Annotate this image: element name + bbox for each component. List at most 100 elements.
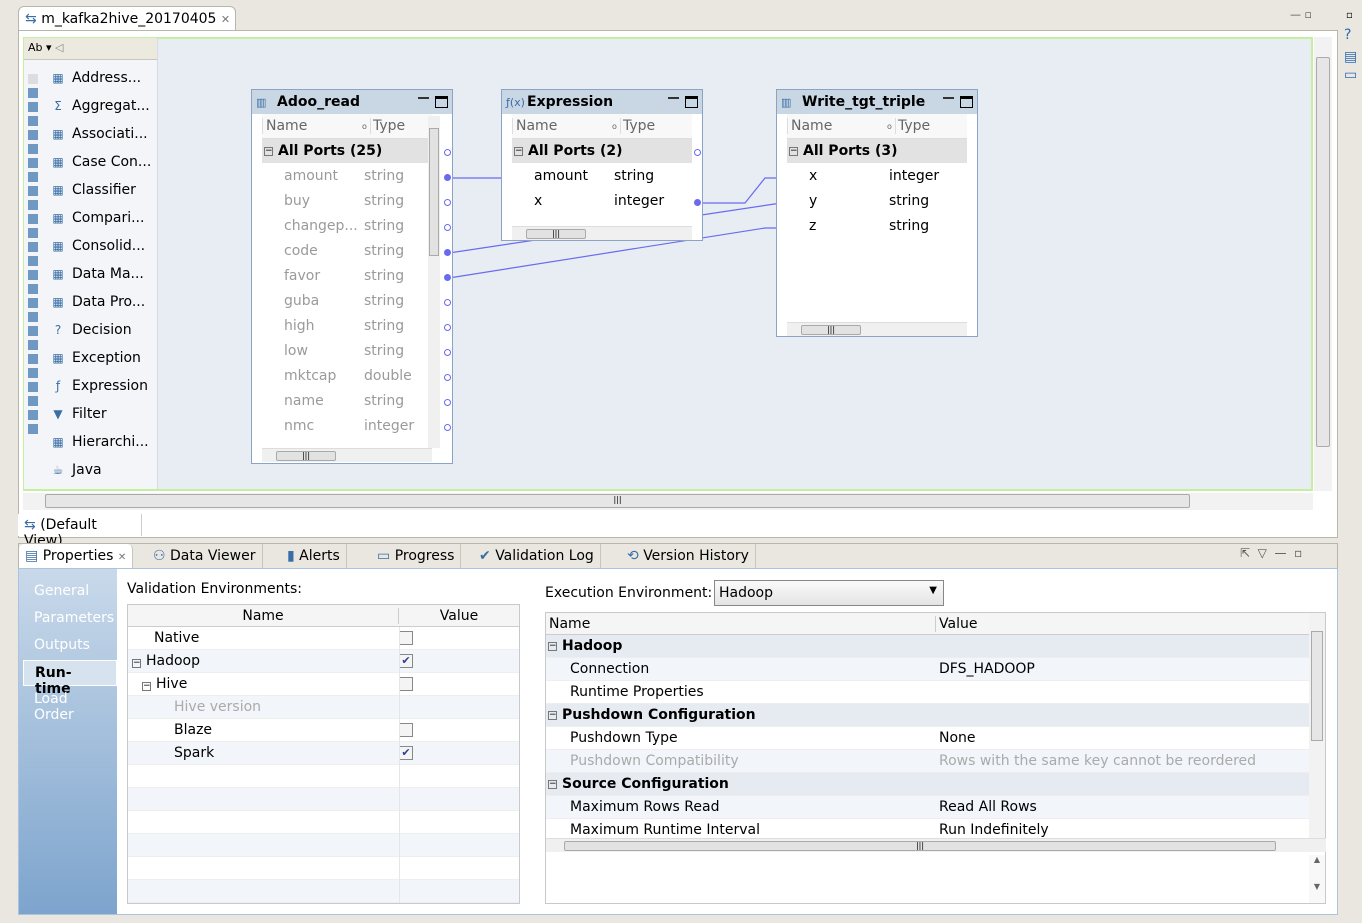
port-row[interactable]: low string bbox=[262, 338, 452, 363]
nav-run-time[interactable]: Run-time bbox=[23, 660, 117, 697]
minimize-icon[interactable] bbox=[668, 97, 679, 99]
execution-environment-select[interactable]: Hadoop ▼ bbox=[714, 580, 944, 606]
port-row[interactable]: x integer bbox=[787, 163, 977, 188]
port-row[interactable]: favor string bbox=[262, 263, 452, 288]
validation-row[interactable]: − Hadoop ✔ bbox=[128, 650, 519, 673]
port-row[interactable]: amount string bbox=[512, 163, 702, 188]
port-connector[interactable] bbox=[444, 324, 451, 331]
validation-row[interactable]: Native bbox=[128, 627, 519, 650]
port-connector[interactable] bbox=[444, 199, 451, 206]
object-adoo-read[interactable]: ▥ Adoo_read Name o Type − All Ports (25) amount… bbox=[251, 89, 453, 464]
nav-parameters[interactable]: Parameters bbox=[23, 606, 117, 632]
maximize-icon[interactable] bbox=[685, 96, 698, 108]
object-write-tgt-triple[interactable]: ▥ Write_tgt_triple Name o Type − All Ports (3)… bbox=[776, 89, 978, 337]
window-icon[interactable]: ▭ bbox=[1344, 67, 1358, 83]
tab-version-history[interactable]: ⟲ Version History bbox=[621, 544, 756, 568]
restore-icon[interactable]: ▫ bbox=[1346, 10, 1356, 21]
property-row[interactable]: Pushdown Compatibility Rows with the same… bbox=[546, 750, 1310, 773]
property-row[interactable]: Maximum Rows Read Read All Rows bbox=[546, 796, 1310, 819]
collapse-icon[interactable]: − bbox=[142, 682, 151, 691]
tab-progress[interactable]: ▭ Progress bbox=[371, 544, 462, 568]
checkbox[interactable] bbox=[399, 723, 413, 737]
port-connector[interactable] bbox=[444, 149, 451, 156]
tab-data-viewer[interactable]: ⚇ Data Viewer bbox=[147, 544, 263, 568]
port-connector[interactable] bbox=[444, 249, 451, 256]
default-view-tab[interactable]: ⇆ (Default View) bbox=[18, 514, 142, 549]
port-group[interactable]: − All Ports (3) bbox=[787, 139, 967, 163]
port-connector[interactable] bbox=[694, 199, 701, 206]
checkbox[interactable] bbox=[399, 677, 413, 691]
port-connector[interactable] bbox=[444, 374, 451, 381]
port-row[interactable]: changep... string bbox=[262, 213, 452, 238]
canvas-horizontal-scrollbar[interactable]: ||| bbox=[23, 493, 1313, 510]
minimize-icon[interactable] bbox=[943, 97, 954, 99]
collapse-icon[interactable]: − bbox=[514, 146, 523, 156]
port-connector[interactable] bbox=[444, 424, 451, 431]
close-icon[interactable]: ✕ bbox=[118, 552, 126, 563]
nav-general[interactable]: General bbox=[23, 579, 117, 605]
canvas-vertical-scrollbar[interactable] bbox=[1314, 37, 1332, 491]
details-scrollbar[interactable]: ▲ ▼ bbox=[1309, 855, 1325, 903]
collapse-icon[interactable]: − bbox=[548, 641, 557, 651]
section-row[interactable]: − Source Configuration bbox=[546, 773, 1310, 796]
property-row[interactable]: Connection DFS_HADOOP bbox=[546, 658, 1310, 681]
validation-row[interactable]: Hive version bbox=[128, 696, 519, 719]
collapse-icon[interactable]: − bbox=[264, 146, 273, 156]
port-row[interactable]: guba string bbox=[262, 288, 452, 313]
port-connector[interactable] bbox=[694, 149, 701, 156]
minimize-icon[interactable] bbox=[418, 97, 429, 99]
port-row[interactable]: code string bbox=[262, 238, 452, 263]
port-connector[interactable] bbox=[444, 399, 451, 406]
port-row[interactable]: x integer bbox=[512, 188, 702, 213]
port-row[interactable]: y string bbox=[787, 188, 977, 213]
validation-row[interactable]: − Hive bbox=[128, 673, 519, 696]
property-row[interactable]: Maximum Runtime Interval Run Indefinitely bbox=[546, 819, 1310, 838]
maximize-icon[interactable] bbox=[435, 96, 448, 108]
checkbox[interactable]: ✔ bbox=[399, 654, 413, 668]
tab-validation-log[interactable]: ✔ Validation Log bbox=[473, 544, 601, 568]
port-connector[interactable] bbox=[444, 224, 451, 231]
port-connector[interactable] bbox=[444, 174, 451, 181]
properties-horizontal-scrollbar[interactable]: ||| bbox=[546, 838, 1326, 852]
port-connector[interactable] bbox=[444, 299, 451, 306]
collapse-icon[interactable]: − bbox=[132, 659, 141, 668]
nav-load-order[interactable]: Load Order bbox=[23, 687, 117, 723]
tab-alerts[interactable]: ▮ Alerts bbox=[281, 544, 347, 568]
object-vertical-scrollbar[interactable] bbox=[428, 116, 440, 448]
port-connector[interactable] bbox=[444, 274, 451, 281]
port-group[interactable]: − All Ports (2) bbox=[512, 139, 692, 163]
port-row[interactable]: high string bbox=[262, 313, 452, 338]
port-row[interactable]: mktcap double bbox=[262, 363, 452, 388]
validation-row[interactable]: Spark ✔ bbox=[128, 742, 519, 765]
port-group[interactable]: − All Ports (25) bbox=[262, 139, 432, 163]
object-horizontal-scrollbar[interactable]: ||| bbox=[262, 448, 432, 462]
property-row[interactable]: Pushdown Type None bbox=[546, 727, 1310, 750]
object-header[interactable]: ƒ(x) Expression bbox=[502, 90, 702, 114]
port-row[interactable]: z string bbox=[787, 213, 977, 238]
section-row[interactable]: − Pushdown Configuration bbox=[546, 704, 1310, 727]
validation-row[interactable]: Blaze bbox=[128, 719, 519, 742]
object-expression[interactable]: ƒ(x) Expression Name o Type − All Ports (2) amo… bbox=[501, 89, 703, 241]
checkbox[interactable]: ✔ bbox=[399, 746, 413, 760]
properties-vertical-scrollbar[interactable] bbox=[1309, 613, 1325, 839]
view-menu-controls[interactable]: ⇱ ▽ — ▫ bbox=[1240, 546, 1302, 560]
nav-outputs[interactable]: Outputs bbox=[23, 633, 117, 659]
port-connector[interactable] bbox=[444, 349, 451, 356]
collapse-icon[interactable]: − bbox=[548, 710, 557, 720]
checkbox[interactable] bbox=[399, 631, 413, 645]
port-row[interactable]: name string bbox=[262, 388, 452, 413]
port-row[interactable]: nmc integer bbox=[262, 413, 452, 438]
object-header[interactable]: ▥ Write_tgt_triple bbox=[777, 90, 977, 114]
object-horizontal-scrollbar[interactable]: ||| bbox=[512, 226, 692, 240]
port-row[interactable]: buy string bbox=[262, 188, 452, 213]
property-row[interactable]: Runtime Properties bbox=[546, 681, 1310, 704]
object-header[interactable]: ▥ Adoo_read bbox=[252, 90, 452, 114]
help-icon[interactable]: ? bbox=[1344, 27, 1358, 43]
maximize-icon[interactable] bbox=[960, 96, 973, 108]
section-row[interactable]: − Hadoop bbox=[546, 635, 1310, 658]
outline-icon[interactable]: ▤ bbox=[1344, 49, 1358, 65]
tab-properties[interactable]: ▤ Properties ✕ bbox=[19, 544, 134, 568]
object-horizontal-scrollbar[interactable]: ||| bbox=[787, 322, 967, 336]
collapse-icon[interactable]: − bbox=[789, 146, 798, 156]
port-row[interactable]: amount string bbox=[262, 163, 452, 188]
